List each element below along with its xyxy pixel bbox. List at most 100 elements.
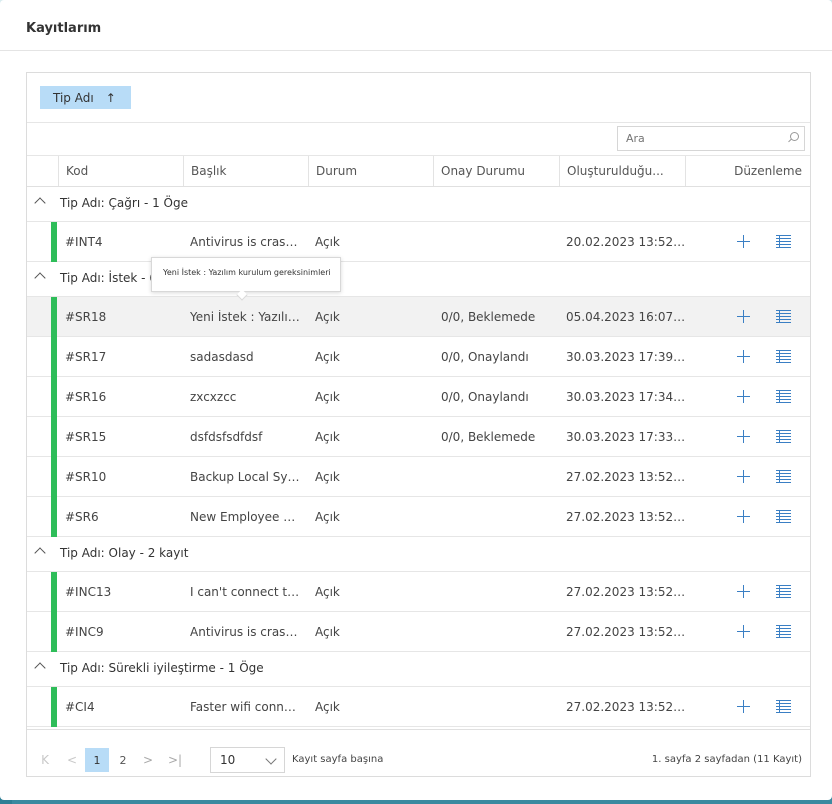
cell-kod: #SR18 [65, 310, 107, 324]
add-icon[interactable] [737, 585, 750, 598]
page-size-select[interactable]: 10 [210, 747, 285, 773]
collapse-caret-icon[interactable] [34, 547, 46, 559]
list-detail-icon[interactable] [776, 310, 791, 324]
group-row[interactable]: Tip Adı: Olay - 2 kayıt [27, 537, 810, 572]
page-1-button[interactable]: 1 [85, 748, 109, 772]
column-header-duzenleme: Düzenleme [685, 156, 810, 186]
column-header-onay-durumu[interactable]: Onay Durumu [433, 156, 559, 186]
card-header: Kayıtlarım [0, 0, 832, 51]
group-row[interactable]: Tip Adı: Çağrı - 1 Öge [27, 187, 810, 222]
list-detail-icon[interactable] [776, 585, 791, 599]
collapse-caret-icon[interactable] [34, 197, 46, 209]
group-label: Tip Adı: Sürekli iyileştirme - 1 Öge [60, 661, 264, 675]
collapse-caret-icon[interactable] [34, 272, 46, 284]
cell-baslik: I can't connect to ... [190, 585, 302, 599]
cell-baslik: zxcxzcc [190, 390, 237, 404]
status-bar [51, 612, 57, 652]
cell-kod: #SR10 [65, 470, 107, 484]
add-icon[interactable] [737, 350, 750, 363]
list-detail-icon[interactable] [776, 625, 791, 639]
table-row[interactable]: #SR6 New Employee On... Açık 27.02.2023 13:… [27, 497, 810, 537]
list-detail-icon[interactable] [776, 470, 791, 484]
cell-baslik: Backup Local Syst... [190, 470, 302, 484]
records-card: Kayıtlarım Tip Adı ↑ Kod Başlık Durum On… [0, 0, 832, 800]
search-input[interactable] [617, 126, 805, 151]
column-header-durum[interactable]: Durum [308, 156, 433, 186]
cell-kod: #SR17 [65, 350, 107, 364]
cell-durum: Açık [315, 510, 340, 524]
cell-olusturuldugu: 05.04.2023 16:07:07 [566, 310, 686, 324]
cell-olusturuldugu: 27.02.2023 13:52:49 [566, 470, 686, 484]
cell-durum: Açık [315, 350, 340, 364]
cell-kod: #CI4 [65, 700, 95, 714]
status-bar [51, 337, 57, 377]
list-detail-icon[interactable] [776, 390, 791, 404]
cell-durum: Açık [315, 625, 340, 639]
search-icon [790, 132, 799, 141]
group-row[interactable]: Tip Adı: Sürekli iyileştirme - 1 Öge [27, 652, 810, 687]
add-icon[interactable] [737, 430, 750, 443]
table-row[interactable]: #CI4 Faster wifi connec... Açık 27.02.2023 … [27, 687, 810, 727]
pager: K < 1 2 > >| 10 Kayıt sayfa başına 1. sa… [27, 729, 810, 777]
table-row[interactable]: #INC9 Antivirus is crashi... Açık 27.02.202… [27, 612, 810, 652]
table-row[interactable]: #SR17 sadasdasd Açık 0/0, Onaylandı 30.03.20… [27, 337, 810, 377]
list-detail-icon[interactable] [776, 235, 791, 249]
add-icon[interactable] [737, 700, 750, 713]
group-panel: Tip Adı ↑ [27, 73, 810, 123]
cell-olusturuldugu: 30.03.2023 17:34:36 [566, 390, 686, 404]
last-page-button[interactable]: >| [166, 748, 184, 772]
cell-baslik: New Employee On... [190, 510, 302, 524]
cell-onay-durumu: 0/0, Beklemede [441, 430, 536, 444]
sort-ascending-icon: ↑ [105, 90, 116, 105]
cell-olusturuldugu: 30.03.2023 17:33:36 [566, 430, 686, 444]
group-row[interactable]: Tip Adı: İstek - 6 Öge [27, 262, 810, 297]
table-row[interactable]: #SR10 Backup Local Syst... Açık 27.02.2023 … [27, 457, 810, 497]
add-icon[interactable] [737, 625, 750, 638]
table-row[interactable]: #SR18 Yeni İstek : Yazılım... Açık 0/0, Bek… [27, 297, 810, 337]
table-row[interactable]: #SR16 zxcxzcc Açık 0/0, Onaylandı 30.03.2023… [27, 377, 810, 417]
grid-body: Tip Adı: Çağrı - 1 Öge #INT4 Antivirus is … [27, 187, 810, 727]
pager-info: 1. sayfa 2 sayfadan (11 Kayıt) [651, 754, 802, 765]
cell-baslik: Yeni İstek : Yazılım... [190, 310, 302, 324]
list-detail-icon[interactable] [776, 430, 791, 444]
table-row[interactable]: #SR15 dsfdsfsdfdsf Açık 0/0, Beklemede 30.03… [27, 417, 810, 457]
add-icon[interactable] [737, 310, 750, 323]
first-page-button[interactable]: K [36, 748, 54, 772]
cell-onay-durumu: 0/0, Onaylandı [441, 390, 529, 404]
add-icon[interactable] [737, 510, 750, 523]
cell-olusturuldugu: 27.02.2023 13:52:48 [566, 625, 686, 639]
cell-olusturuldugu: 30.03.2023 17:39:36 [566, 350, 686, 364]
cell-onay-durumu: 0/0, Beklemede [441, 310, 536, 324]
column-header-olusturuldugu[interactable]: Oluşturulduğu... [559, 156, 685, 186]
status-bar [51, 572, 57, 612]
page-2-button[interactable]: 2 [111, 748, 135, 772]
status-bar [51, 457, 57, 497]
list-detail-icon[interactable] [776, 350, 791, 364]
status-bar [51, 297, 57, 337]
cell-kod: #SR16 [65, 390, 107, 404]
next-page-button[interactable]: > [139, 748, 157, 772]
cell-durum: Açık [315, 430, 340, 444]
add-icon[interactable] [737, 235, 750, 248]
add-icon[interactable] [737, 470, 750, 483]
add-icon[interactable] [737, 390, 750, 403]
cell-onay-durumu: 0/0, Onaylandı [441, 350, 529, 364]
group-by-tip-adi-chip[interactable]: Tip Adı ↑ [40, 86, 131, 109]
table-row[interactable]: #INC13 I can't connect to ... Açık 27.02.20… [27, 572, 810, 612]
cell-durum: Açık [315, 700, 340, 714]
collapse-caret-icon[interactable] [34, 662, 46, 674]
list-detail-icon[interactable] [776, 510, 791, 524]
cell-baslik: Faster wifi connec... [190, 700, 302, 714]
cell-kod: #SR6 [65, 510, 99, 524]
column-header-baslik[interactable]: Başlık [183, 156, 308, 186]
status-bar [51, 377, 57, 417]
cell-durum: Açık [315, 470, 340, 484]
page-size-value: 10 [220, 753, 236, 767]
list-detail-icon[interactable] [776, 700, 791, 714]
cell-olusturuldugu: 27.02.2023 13:52:48 [566, 585, 686, 599]
prev-page-button[interactable]: < [63, 748, 81, 772]
cell-baslik: sadasdasd [190, 350, 254, 364]
table-row[interactable]: #INT4 Antivirus is crashi... Açık 20.02.202… [27, 222, 810, 262]
chevron-down-icon [265, 753, 277, 765]
column-header-kod[interactable]: Kod [58, 156, 183, 186]
